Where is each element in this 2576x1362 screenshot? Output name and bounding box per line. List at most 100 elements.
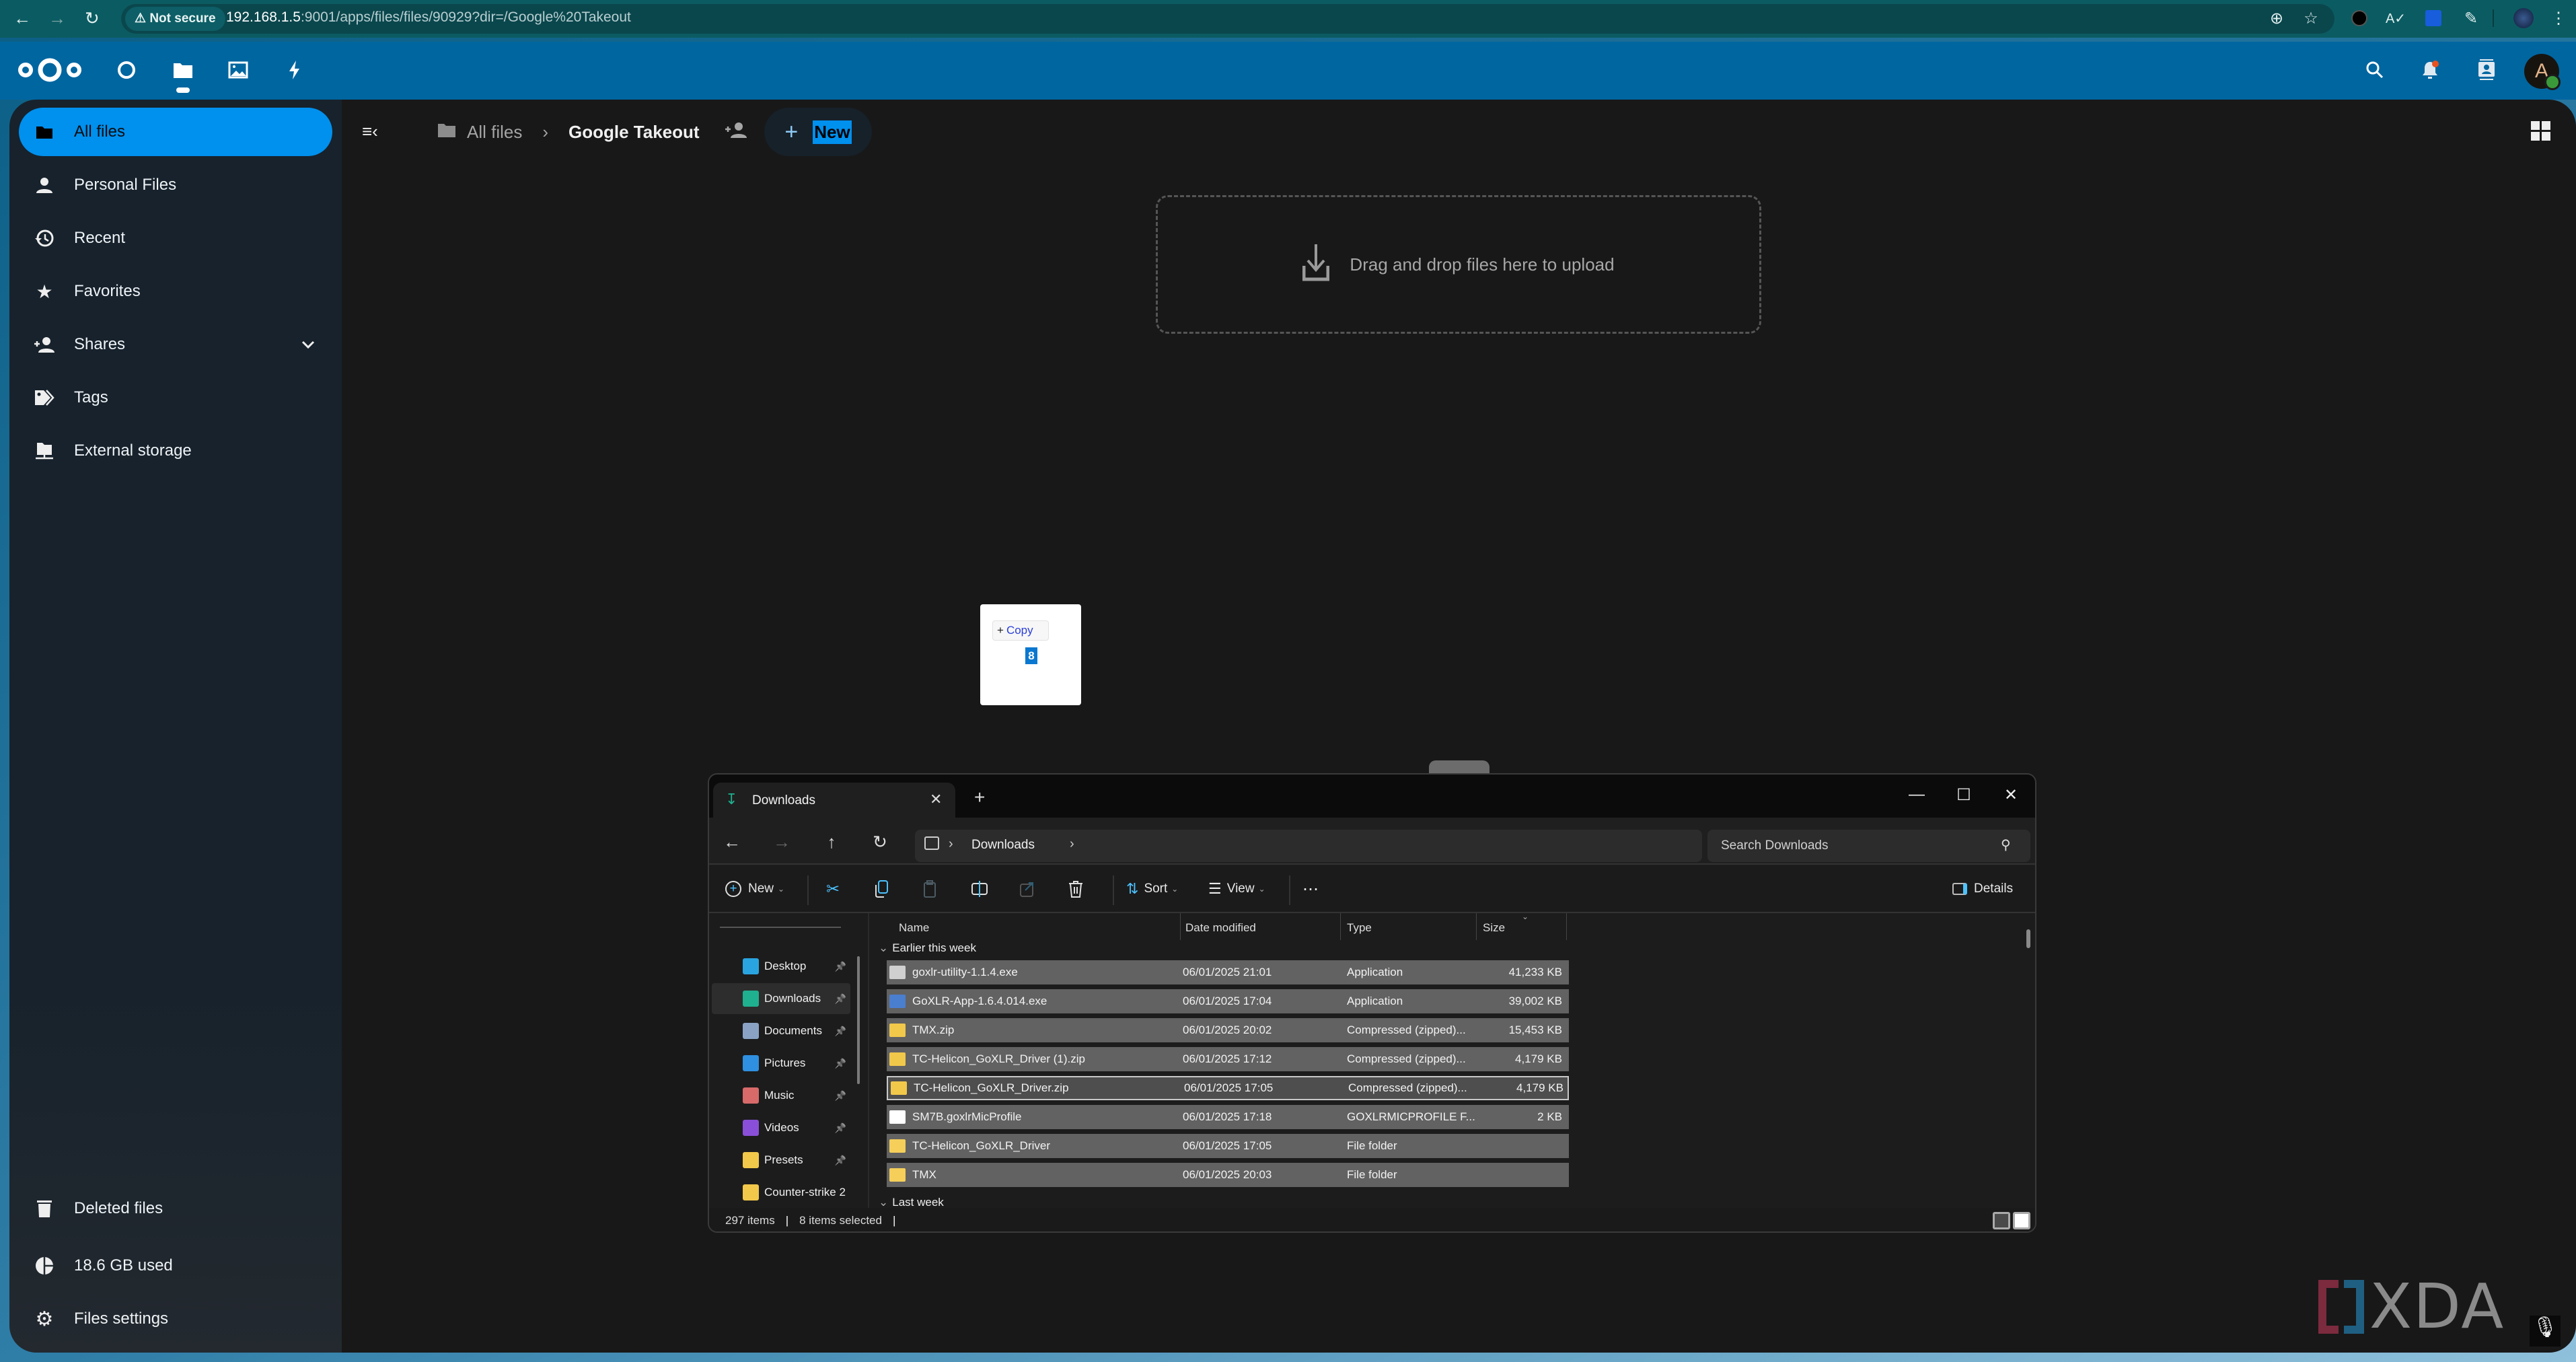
address-segment-downloads[interactable]: Downloads [971,838,1035,853]
thumbnail-view-icon[interactable] [2013,1212,2030,1229]
nav-item-documents[interactable]: Documents 📌 [712,1015,850,1046]
sidebar-item-favorites[interactable]: ★ Favorites [19,267,332,316]
security-chip[interactable]: ⚠ Not secure [125,7,225,31]
view-button[interactable]: ☰ View ⌄ [1208,875,1265,902]
xda-watermark: XDA [2318,1270,2505,1342]
more-options-icon[interactable]: ⋯ [1302,875,1319,902]
paste-icon[interactable] [923,875,938,902]
breadcrumb-current[interactable]: Google Takeout [568,122,700,143]
column-header-size[interactable]: Size [1483,921,1505,935]
url-text[interactable]: 192.168.1.5:9001/apps/files/files/90929?… [226,9,631,26]
notifications-bell-icon[interactable] [2417,57,2443,83]
back-icon[interactable]: ← [13,8,31,29]
share-icon[interactable] [1020,875,1036,902]
sidebar-item-deleted-files[interactable]: Deleted files [19,1184,332,1233]
reload-icon[interactable]: ↻ [85,8,100,29]
file-row[interactable]: GoXLR-App-1.6.4.014.exe 06/01/2025 17:04 A… [887,989,1569,1013]
sort-button[interactable]: ⇅ Sort ⌄ [1126,875,1178,902]
forward-icon[interactable]: → [768,828,795,855]
new-tab-icon[interactable]: + [974,787,985,808]
contacts-icon[interactable] [2473,57,2500,83]
sidebar-item-personal-files[interactable]: Personal Files [19,161,332,209]
sidebar-item-files-settings[interactable]: ⚙ Files settings [19,1295,332,1343]
column-header-name[interactable]: Name [899,921,929,935]
upload-dropzone[interactable]: Drag and drop files here to upload [1156,195,1761,334]
sidebar-item-tags[interactable]: Tags [19,373,332,422]
details-pane-button[interactable]: Details [1952,875,2013,902]
sidebar-item-external-storage[interactable]: External storage [19,427,332,475]
nav-item-label: Desktop [764,960,807,972]
file-row[interactable]: TC-Helicon_GoXLR_Driver.zip 06/01/2025 17… [887,1076,1569,1100]
nextcloud-logo[interactable] [16,57,83,87]
copy-icon[interactable] [875,875,889,902]
file-row[interactable]: TC-Helicon_GoXLR_Driver 06/01/2025 17:05 F… [887,1134,1569,1158]
new-button[interactable]: + New [764,108,872,156]
address-bar[interactable]: › Downloads › [915,830,1702,862]
search-input[interactable]: Search Downloads [1707,830,2030,862]
extensions-puzzle-icon[interactable]: ✎ [2460,7,2482,30]
zoom-icon[interactable]: ⊕ [2265,7,2288,30]
refresh-icon[interactable]: ↻ [867,828,893,855]
rename-icon[interactable] [971,875,989,902]
nav-item-label: Presets [764,1153,803,1166]
close-window-icon[interactable]: ✕ [1987,780,2034,810]
share-icon[interactable] [724,121,747,143]
details-view-icon[interactable] [1993,1212,2010,1229]
nav-item-counter-strike-2[interactable]: Counter-strike 2 [712,1177,850,1208]
column-header-date[interactable]: Date modified [1185,921,1256,935]
file-row[interactable]: TC-Helicon_GoXLR_Driver (1).zip 06/01/202… [887,1047,1569,1071]
maximize-icon[interactable]: ☐ [1940,780,1987,810]
minimize-icon[interactable]: — [1893,780,1940,810]
file-name: SM7B.goxlrMicProfile [912,1110,1022,1123]
nav-item-desktop[interactable]: Desktop 📌 [712,951,850,982]
drag-item-count: 8 [1025,647,1037,664]
details-pane-icon [1952,883,1967,895]
bookmark-star-icon[interactable]: ☆ [2299,7,2322,30]
nav-scrollbar[interactable] [857,956,860,1084]
storage-quota[interactable]: 18.6 GB used [19,1242,332,1290]
nav-item-downloads[interactable]: Downloads 📌 [712,983,850,1014]
dashboard-app-icon[interactable] [113,57,140,83]
sidebar-item-all-files[interactable]: All files [19,108,332,156]
up-icon[interactable]: ↑ [818,828,845,855]
grid-view-icon[interactable] [2531,121,2551,145]
close-tab-icon[interactable]: ✕ [930,791,942,808]
search-icon[interactable] [2361,57,2388,83]
group-header-last-week[interactable]: ⌄ Last week [879,1196,944,1209]
files-app-icon[interactable] [170,57,196,83]
breadcrumb-all-files[interactable]: All files [467,122,522,143]
sidebar-item-shares[interactable]: Shares [19,320,332,369]
sidebar-item-recent[interactable]: Recent [19,214,332,262]
photos-app-icon[interactable] [225,57,252,83]
nav-item-music[interactable]: Music 📌 [712,1080,850,1111]
extension-spellcheck-icon[interactable]: A✓ [2384,7,2407,30]
column-header-type[interactable]: Type [1347,921,1372,935]
cut-icon[interactable]: ✂ [826,875,840,902]
file-row[interactable]: goxlr-utility-1.1.4.exe 06/01/2025 21:01 A… [887,960,1569,984]
tab-downloads[interactable]: ↧ Downloads ✕ [713,783,955,820]
group-header-earlier-this-week[interactable]: ⌄ Earlier this week [879,941,976,955]
share-add-icon [34,334,55,355]
nav-item-videos[interactable]: Videos 📌 [712,1112,850,1143]
toggle-sidebar-icon[interactable]: ≡‹ [362,121,389,144]
back-icon[interactable]: ← [719,828,745,855]
file-row[interactable]: TMX.zip 06/01/2025 20:02 Compressed (zippe… [887,1018,1569,1042]
new-item-button[interactable]: + New ⌄ [725,875,784,902]
nav-item-pictures[interactable]: Pictures 📌 [712,1048,850,1079]
forward-icon[interactable]: → [48,8,66,29]
new-button-label: New [813,120,852,144]
delete-icon[interactable] [1068,875,1083,902]
file-list-scrollbar[interactable] [2026,929,2030,948]
chevron-down-icon[interactable] [301,335,315,354]
activity-app-icon[interactable] [281,57,308,83]
file-row[interactable]: SM7B.goxlrMicProfile 06/01/2025 17:18 GOXL… [887,1105,1569,1129]
extension-bitwarden-icon[interactable] [2422,7,2445,30]
menu-kebab-icon[interactable]: ⋮ [2547,7,2570,30]
file-type: File folder [1347,1168,1397,1181]
profile-avatar[interactable] [2512,7,2535,30]
extension-wolf-icon[interactable] [2348,7,2371,30]
nav-item-presets[interactable]: Presets 📌 [712,1145,850,1176]
chevron-right-icon[interactable]: › [1070,836,1074,852]
microphone-icon[interactable]: 🎙 [2530,1316,2561,1347]
file-row[interactable]: TMX 06/01/2025 20:03 File folder [887,1163,1569,1187]
